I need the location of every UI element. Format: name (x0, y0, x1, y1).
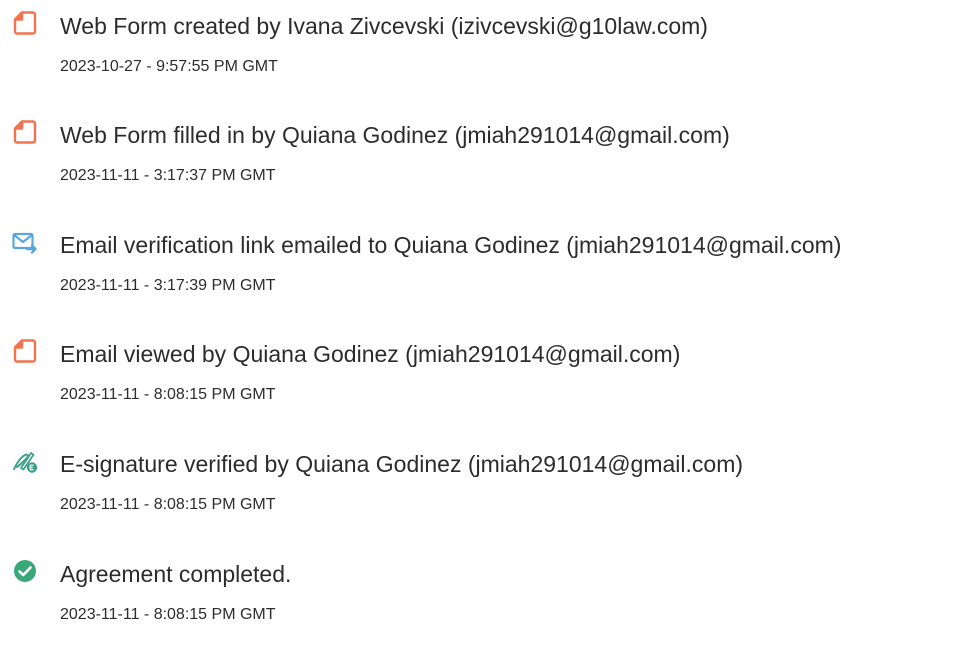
event-timestamp: 2023-11-11 - 3:17:39 PM GMT (60, 277, 276, 294)
event-description: Web Form created by Ivana Zivcevski (izi… (60, 13, 708, 39)
event-timestamp: 2023-10-27 - 9:57:55 PM GMT (60, 58, 278, 75)
history-event: Web Form created by Ivana Zivcevski (izi… (0, 0, 966, 80)
event-description: Email viewed by Quiana Godinez (jmiah291… (60, 341, 681, 367)
email-send-icon (12, 229, 38, 255)
document-icon (12, 119, 38, 145)
history-event: Web Form filled in by Quiana Godinez (jm… (0, 109, 966, 189)
event-timestamp: 2023-11-11 - 8:08:15 PM GMT (60, 606, 276, 623)
event-description: Email verification link emailed to Quian… (60, 232, 842, 258)
signature-verified-icon (12, 448, 38, 474)
event-timestamp: 2023-11-11 - 8:08:15 PM GMT (60, 496, 276, 513)
event-description: E-signature verified by Quiana Godinez (… (60, 451, 744, 477)
history-event: Email viewed by Quiana Godinez (jmiah291… (0, 328, 966, 408)
event-description: Web Form filled in by Quiana Godinez (jm… (60, 122, 730, 148)
history-event: Email verification link emailed to Quian… (0, 219, 966, 299)
history-event: E-signature verified by Quiana Godinez (… (0, 438, 966, 518)
event-timestamp: 2023-11-11 - 8:08:15 PM GMT (60, 386, 276, 403)
check-circle-icon (12, 558, 38, 584)
event-description: Agreement completed. (60, 561, 292, 587)
document-icon (12, 338, 38, 364)
history-event: Agreement completed. 2023-11-11 - 8:08:1… (0, 548, 966, 628)
document-icon (12, 10, 38, 36)
event-timestamp: 2023-11-11 - 3:17:37 PM GMT (60, 167, 276, 184)
